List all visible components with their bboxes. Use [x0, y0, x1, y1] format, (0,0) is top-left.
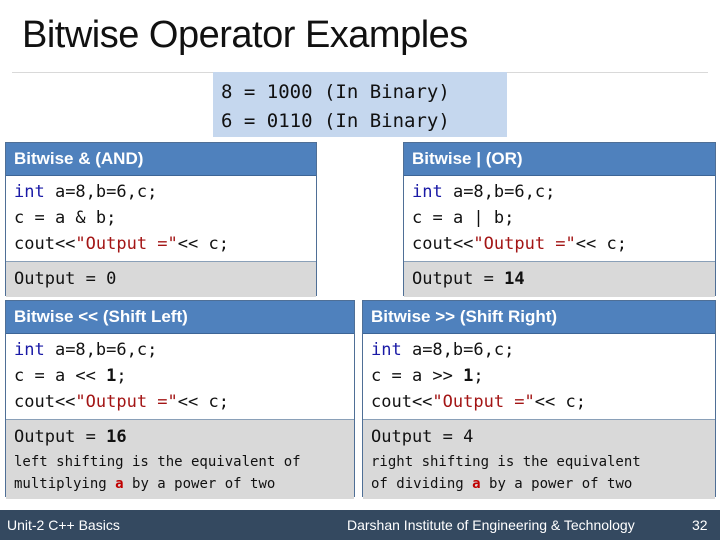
code-number: 1 — [106, 366, 117, 386]
and-header: Bitwise & (AND) — [6, 143, 316, 176]
code-text: cout<< — [14, 392, 76, 412]
shift-left-header: Bitwise << (Shift Left) — [6, 301, 354, 334]
shift-left-output: Output = 16 left shifting is the equival… — [6, 420, 354, 499]
or-example-box: Bitwise | (OR) int a=8,b=6,c; c = a | b;… — [403, 142, 716, 297]
code-text: ; — [116, 366, 127, 386]
code-text: cout<< — [371, 392, 433, 412]
or-code: int a=8,b=6,c; c = a | b; cout<<"Output … — [404, 176, 715, 262]
note-text: of dividing — [371, 476, 473, 492]
string-literal: "Output =" — [432, 392, 535, 412]
output-label: Output = — [14, 427, 107, 447]
output-label: Output = — [412, 269, 505, 289]
output-value: 4 — [463, 427, 474, 447]
or-output: Output = 14 — [404, 262, 715, 297]
output-value: 14 — [504, 269, 525, 289]
shift-right-note-line2: of dividing a by a power of two — [371, 473, 715, 495]
shift-left-example-box: Bitwise << (Shift Left) int a=8,b=6,c; c… — [5, 300, 355, 499]
slide-title: Bitwise Operator Examples — [22, 14, 468, 56]
footer-institute: Darshan Institute of Engineering & Techn… — [347, 517, 635, 533]
footer-unit: Unit-2 C++ Basics — [7, 517, 120, 533]
code-text: << c; — [534, 392, 586, 412]
code-text: cout<< — [412, 234, 474, 254]
code-text: a=8,b=6,c; — [44, 182, 158, 202]
code-text: c = a << — [14, 366, 107, 386]
note-text: by a power of two — [480, 476, 633, 492]
or-header: Bitwise | (OR) — [404, 143, 715, 176]
code-text: c = a | b; — [412, 208, 515, 228]
keyword: int — [371, 340, 402, 360]
code-text: << c; — [177, 234, 229, 254]
shift-right-output: Output = 4 right shifting is the equival… — [363, 420, 715, 499]
highlighted-variable: a — [472, 476, 481, 492]
binary-values-box: 8 = 1000 (In Binary) 6 = 0110 (In Binary… — [213, 72, 507, 137]
code-text: ; — [473, 366, 484, 386]
code-text: << c; — [177, 392, 229, 412]
shift-left-note-line1: left shifting is the equivalent of — [14, 454, 301, 470]
binary-line-6: 6 = 0110 (In Binary) — [221, 110, 450, 132]
slide-footer: Unit-2 C++ Basics Darshan Institute of E… — [0, 510, 720, 540]
note-text: multiplying — [14, 476, 116, 492]
page-number: 32 — [692, 517, 708, 533]
shift-right-note-line1: right shifting is the equivalent — [371, 454, 641, 470]
shift-left-code: int a=8,b=6,c; c = a << 1; cout<<"Output… — [6, 334, 354, 420]
shift-right-code: int a=8,b=6,c; c = a >> 1; cout<<"Output… — [363, 334, 715, 420]
keyword: int — [14, 340, 45, 360]
output-label: Output = — [371, 427, 464, 447]
note-text: by a power of two — [123, 476, 276, 492]
code-text: a=8,b=6,c; — [44, 340, 158, 360]
code-number: 1 — [463, 366, 474, 386]
shift-left-note-line2: multiplying a by a power of two — [14, 473, 354, 495]
output-value: 0 — [106, 269, 117, 289]
code-text: a=8,b=6,c; — [401, 340, 515, 360]
string-literal: "Output =" — [75, 392, 178, 412]
keyword: int — [412, 182, 443, 202]
output-label: Output = — [14, 269, 107, 289]
keyword: int — [14, 182, 45, 202]
shift-right-example-box: Bitwise >> (Shift Right) int a=8,b=6,c; … — [362, 300, 716, 499]
and-code: int a=8,b=6,c; c = a & b; cout<<"Output … — [6, 176, 316, 262]
output-value: 16 — [106, 427, 127, 447]
code-text: c = a & b; — [14, 208, 117, 228]
binary-line-8: 8 = 1000 (In Binary) — [221, 81, 450, 103]
string-literal: "Output =" — [75, 234, 178, 254]
and-example-box: Bitwise & (AND) int a=8,b=6,c; c = a & b… — [5, 142, 317, 297]
highlighted-variable: a — [115, 476, 124, 492]
code-text: << c; — [575, 234, 627, 254]
code-text: c = a >> — [371, 366, 464, 386]
string-literal: "Output =" — [473, 234, 576, 254]
code-text: cout<< — [14, 234, 76, 254]
shift-right-header: Bitwise >> (Shift Right) — [363, 301, 715, 334]
and-output: Output = 0 — [6, 262, 316, 297]
code-text: a=8,b=6,c; — [442, 182, 556, 202]
